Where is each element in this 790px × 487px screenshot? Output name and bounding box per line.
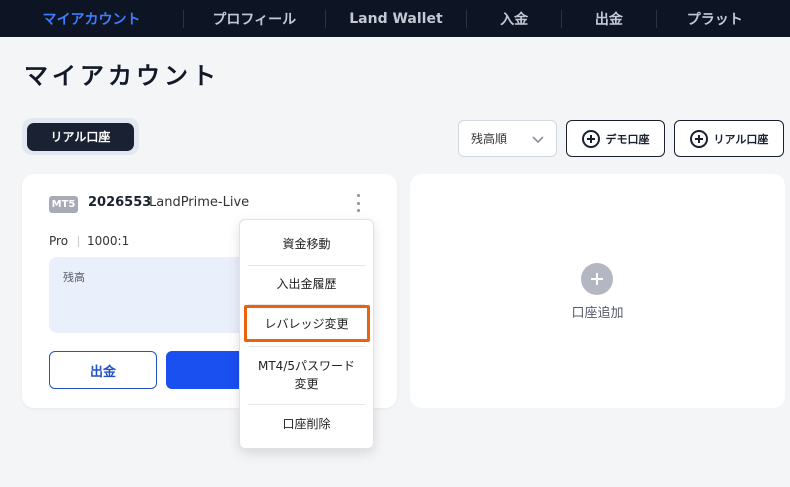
highlight-box <box>244 305 370 342</box>
sort-select[interactable]: 残高順 <box>458 120 557 157</box>
add-real-account-button[interactable]: リアル口座 <box>674 120 784 157</box>
balance-label: 残高 <box>63 271 85 284</box>
menu-item-transaction-history[interactable]: 入出金履歴 <box>240 268 373 300</box>
menu-divider <box>248 265 365 266</box>
add-account-plus-icon <box>581 263 613 295</box>
account-type: Pro <box>49 234 69 248</box>
withdraw-button[interactable]: 出金 <box>49 351 157 389</box>
add-account-label: 口座追加 <box>571 306 624 321</box>
menu-divider <box>248 346 365 347</box>
plus-circle-icon <box>689 129 708 148</box>
nav-item-deposit[interactable]: 入金 <box>467 0 561 37</box>
platform-badge: MT5 <box>49 196 78 213</box>
add-account-card[interactable]: 口座追加 <box>410 174 785 408</box>
nav-item-profile[interactable]: プロフィール <box>184 0 325 37</box>
nav-item-platform[interactable]: プラット <box>657 0 790 37</box>
account-number: 2026553 <box>88 195 152 210</box>
nav-item-withdraw[interactable]: 出金 <box>562 0 656 37</box>
top-nav: マイアカウント プロフィール Land Wallet 入金 出金 プラット <box>0 0 790 37</box>
add-demo-account-button[interactable]: デモ口座 <box>566 120 665 157</box>
plus-circle-icon <box>581 129 600 148</box>
menu-item-fund-transfer[interactable]: 資金移動 <box>240 228 373 260</box>
menu-item-delete-account[interactable]: 口座削除 <box>240 408 373 440</box>
add-demo-account-label: デモ口座 <box>605 132 650 146</box>
account-tabs: リアル口座 <box>22 118 139 155</box>
account-server: LandPrime-Live <box>149 195 250 210</box>
tab-real-account[interactable]: リアル口座 <box>27 122 134 151</box>
nav-item-my-account[interactable]: マイアカウント <box>0 0 183 37</box>
account-leverage: 1000:1 <box>87 234 130 248</box>
balance-panel: 残高 <box>49 257 249 333</box>
nav-item-land-wallet[interactable]: Land Wallet <box>326 0 467 37</box>
more-options-icon[interactable] <box>352 192 364 214</box>
menu-item-change-password[interactable]: MT4/5パスワード変更 <box>240 350 373 400</box>
divider <box>78 236 79 247</box>
chevron-down-icon <box>530 131 546 150</box>
account-options-menu: 資金移動 入出金履歴 レバレッジ変更 MT4/5パスワード変更 口座削除 <box>239 219 374 449</box>
add-real-account-label: リアル口座 <box>713 132 769 146</box>
sort-select-value: 残高順 <box>471 132 508 146</box>
deposit-button[interactable] <box>166 351 246 389</box>
menu-divider <box>248 404 365 405</box>
page-title: マイアカウント <box>24 62 220 90</box>
